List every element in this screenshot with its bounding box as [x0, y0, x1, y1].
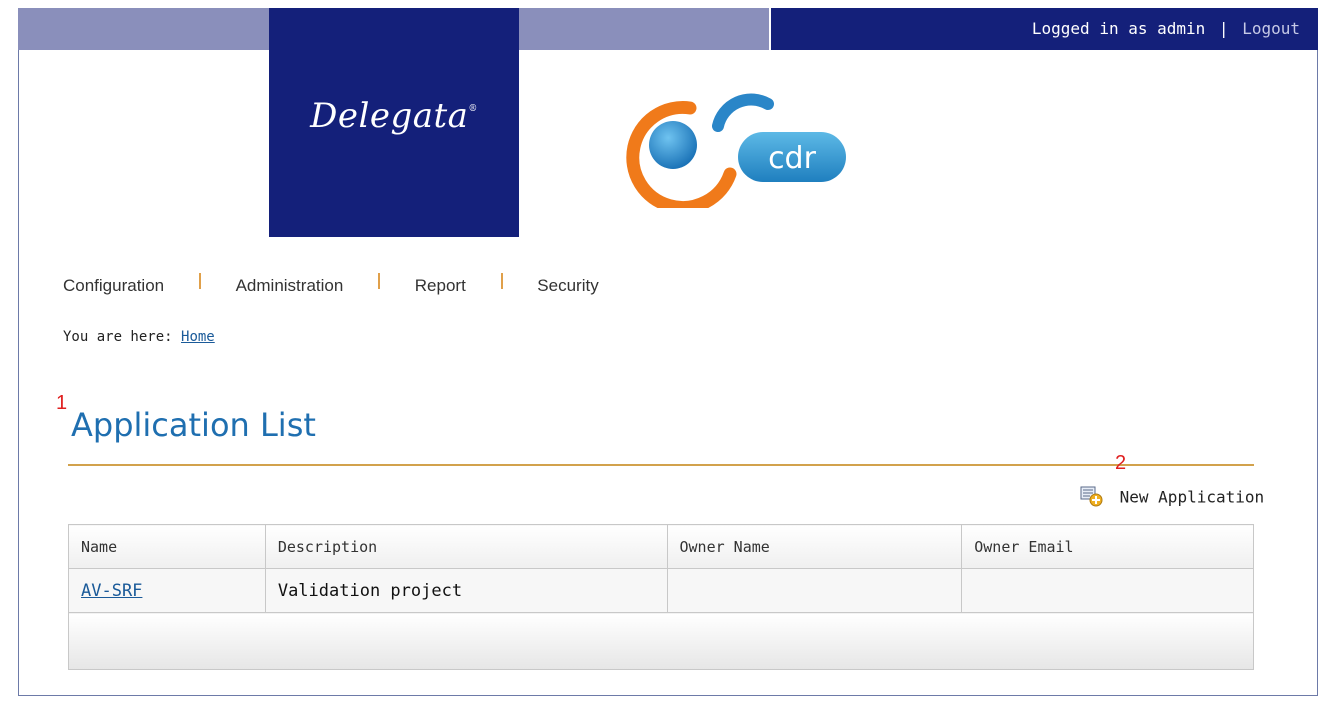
title-divider — [68, 464, 1254, 466]
add-document-icon — [1080, 485, 1104, 511]
delegata-logo: Delegata® — [269, 96, 519, 136]
login-status: Logged in as admin | Logout — [1032, 19, 1300, 38]
table-row: AV-SRF Validation project — [68, 568, 1254, 613]
table-footer-row — [68, 612, 1254, 670]
annotation-marker-2: 2 — [1115, 452, 1127, 474]
menu-divider — [378, 273, 381, 289]
registered-mark: ® — [468, 104, 478, 114]
new-application-button[interactable]: New Application — [1080, 485, 1264, 511]
new-application-label: New Application — [1119, 487, 1265, 507]
breadcrumb-home-link[interactable]: Home — [181, 329, 215, 345]
cdr-logo-icon: cdr — [626, 93, 846, 208]
application-owner-name — [666, 568, 963, 613]
logged-in-text: Logged in as admin — [1031, 19, 1206, 38]
login-separator: | — [1218, 19, 1229, 38]
column-header-description[interactable]: Description — [264, 524, 668, 569]
column-header-owner-email[interactable]: Owner Email — [961, 524, 1254, 569]
breadcrumb: You are here: Home — [63, 329, 215, 345]
page-title: Application List — [71, 406, 316, 444]
header-bar-left — [18, 8, 269, 50]
logout-link[interactable]: Logout — [1242, 19, 1300, 38]
menu-divider — [500, 273, 503, 289]
menu-divider — [198, 273, 201, 289]
table-header-row: Name Description Owner Name Owner Email — [68, 524, 1254, 569]
menu-item-report[interactable]: Report — [415, 276, 466, 296]
application-table: Name Description Owner Name Owner Email … — [68, 524, 1254, 670]
annotation-marker-1: 1 — [56, 392, 68, 414]
header-bar-middle — [519, 8, 769, 50]
column-header-name[interactable]: Name — [68, 524, 266, 569]
breadcrumb-prefix: You are here: — [63, 329, 173, 345]
main-menu: Configuration Administration Report Secu… — [63, 273, 599, 296]
brand-name: Delegata — [310, 96, 469, 136]
application-description: Validation project — [264, 568, 668, 613]
menu-item-administration[interactable]: Administration — [236, 276, 344, 296]
application-name-link[interactable]: AV-SRF — [68, 568, 266, 613]
application-owner-email — [961, 568, 1254, 613]
column-header-owner-name[interactable]: Owner Name — [666, 524, 963, 569]
cdr-logo-text: cdr — [768, 141, 817, 176]
menu-item-security[interactable]: Security — [537, 276, 598, 296]
table-footer — [68, 612, 1254, 670]
menu-item-configuration[interactable]: Configuration — [63, 276, 164, 296]
